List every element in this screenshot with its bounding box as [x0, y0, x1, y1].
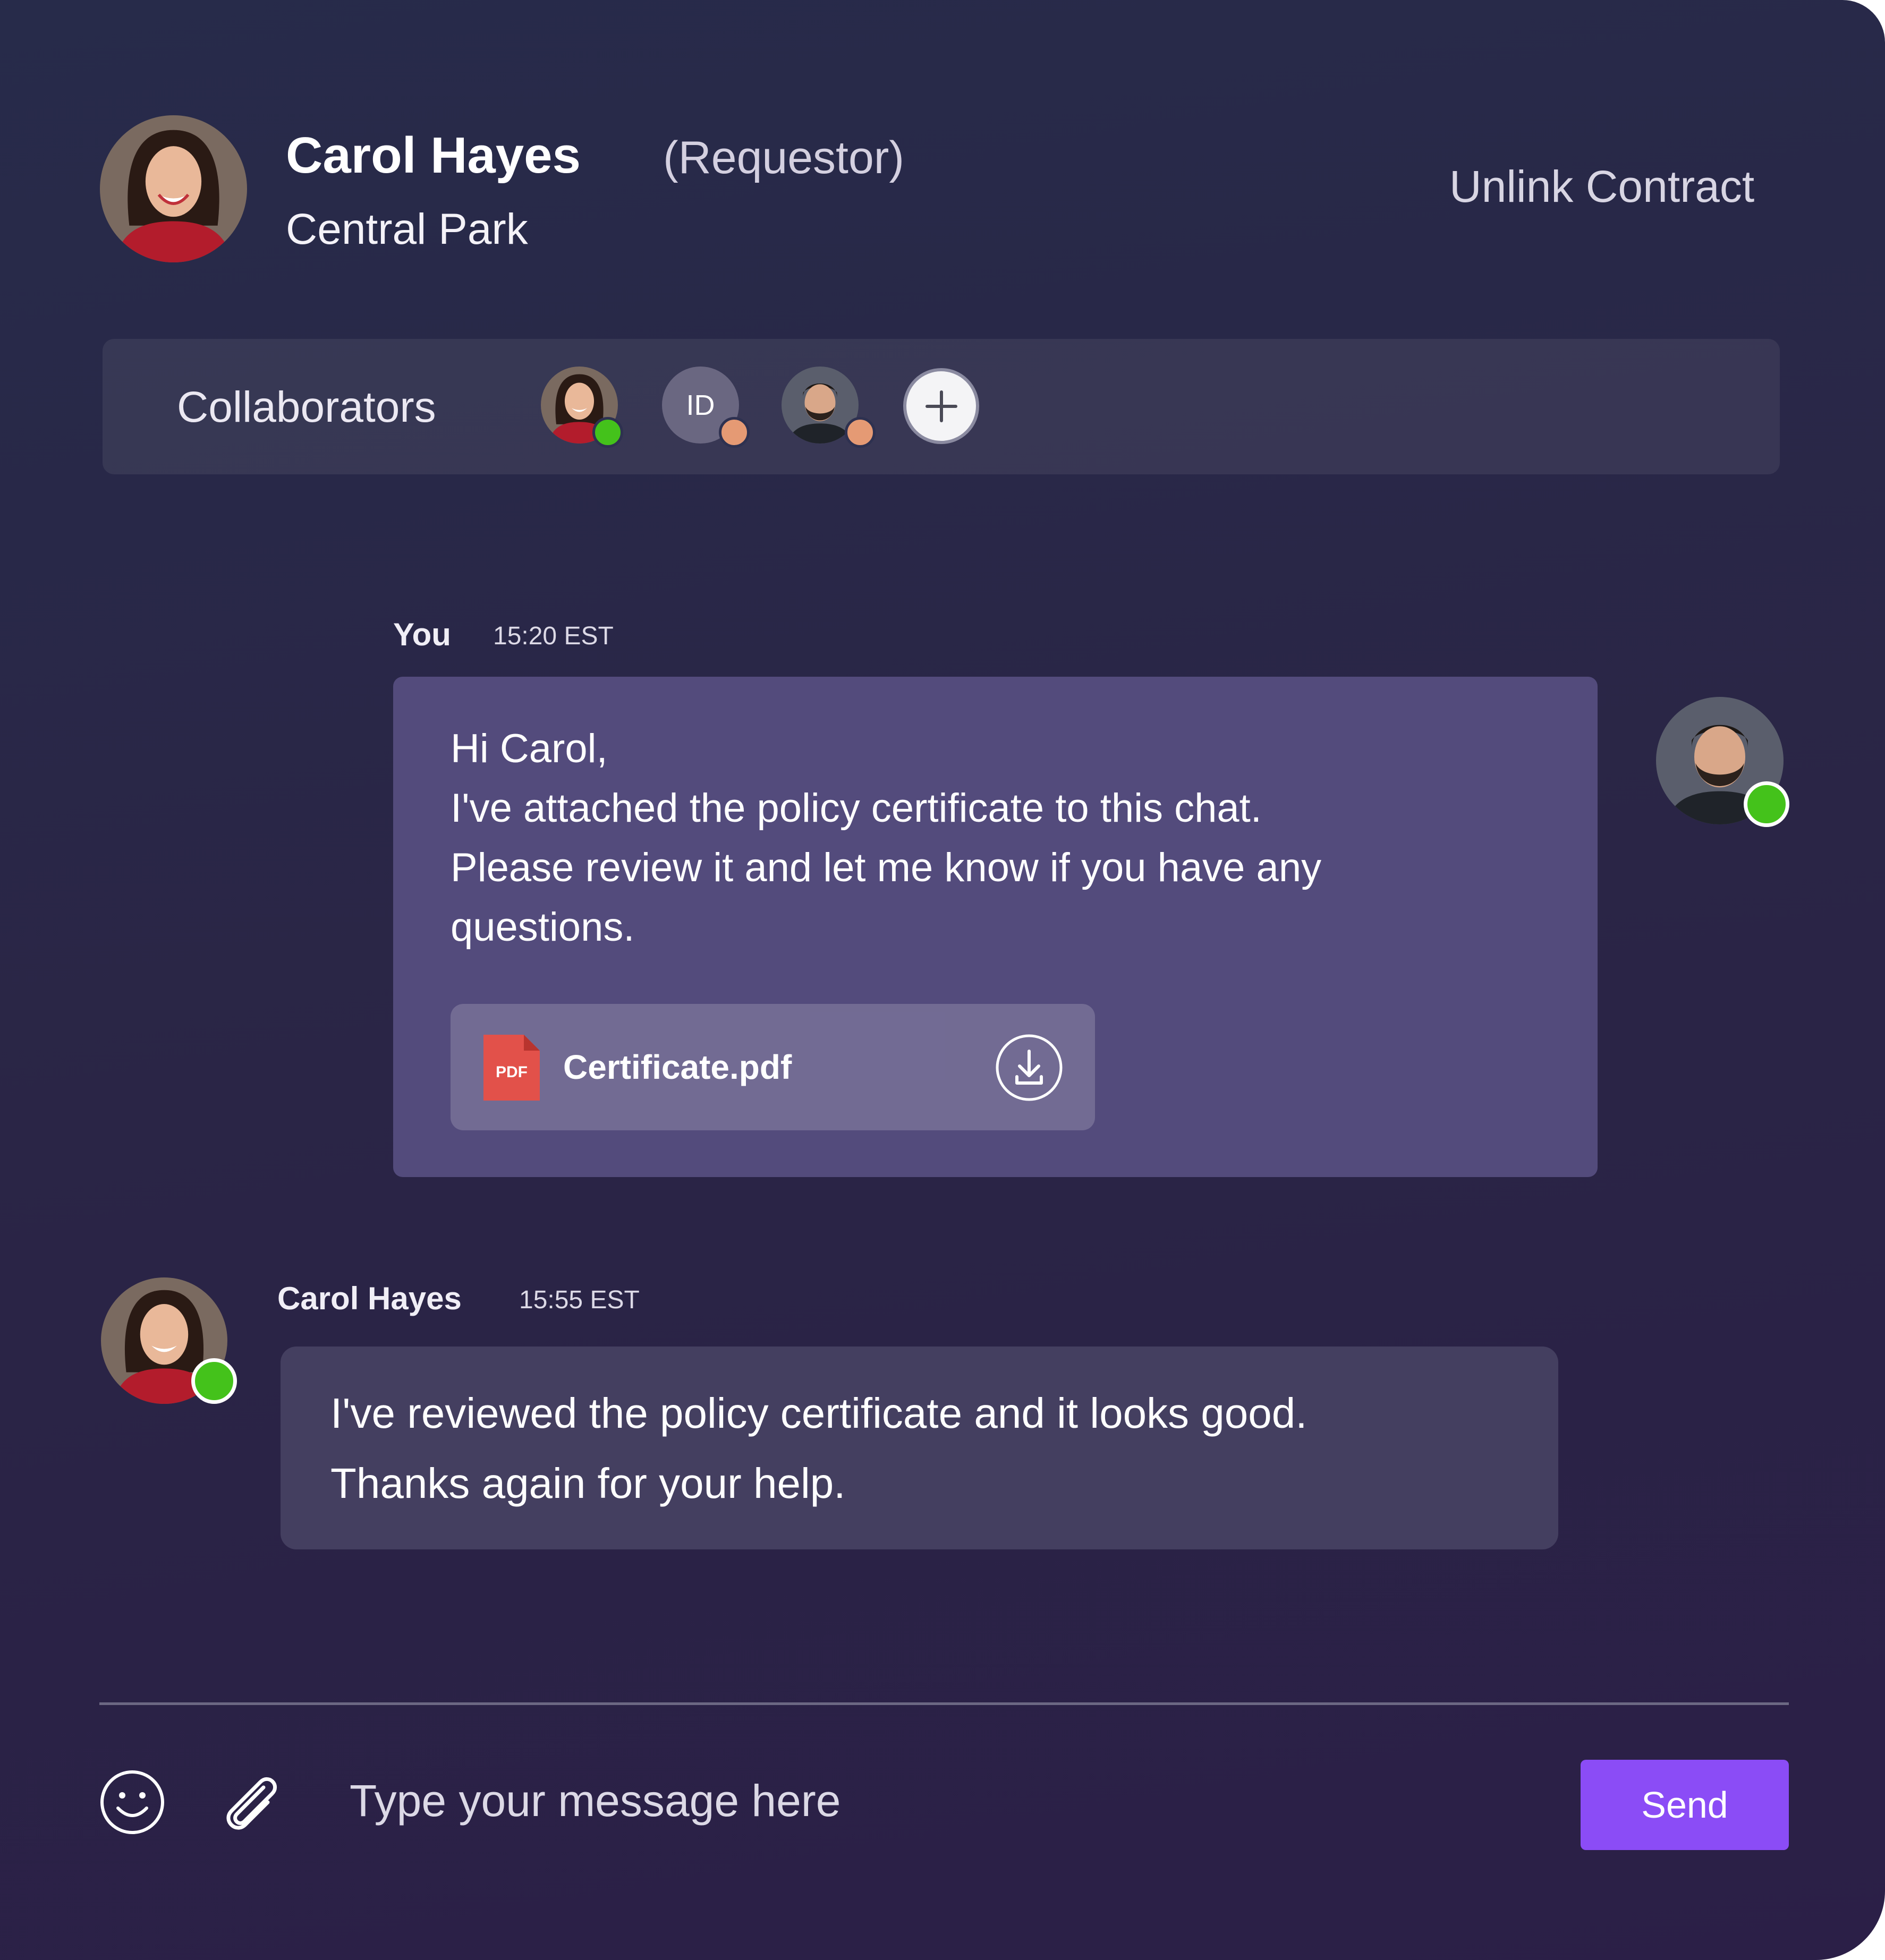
download-icon[interactable]: [995, 1033, 1064, 1102]
message-input[interactable]: [350, 1774, 1518, 1827]
requestor-name: Carol Hayes: [286, 127, 581, 184]
away-status-dot: [719, 417, 750, 448]
message-time: 15:20 EST: [493, 622, 614, 650]
woman-avatar-icon: [100, 115, 247, 262]
requestor-avatar: [100, 115, 247, 262]
unlink-contract-link[interactable]: Unlink Contract: [1449, 161, 1754, 212]
pdf-file-icon: PDF: [483, 1035, 540, 1101]
requestor-location: Central Park: [286, 205, 528, 253]
add-collaborator-button[interactable]: [903, 368, 979, 444]
collaborators-bar: Collaborators ID: [103, 339, 1780, 474]
message-line: I've reviewed the policy certificate and…: [330, 1390, 1307, 1437]
message-line: Hi Carol,: [451, 726, 608, 771]
online-status-dot: [191, 1358, 237, 1404]
online-status-dot: [592, 417, 623, 448]
online-status-dot: [1744, 781, 1789, 827]
message-body: Hi Carol, I've attached the policy certi…: [451, 719, 1556, 957]
message-line: questions.: [451, 905, 635, 950]
message-line: Please review it and let me know if you …: [451, 845, 1322, 890]
requestor-role: (Requestor): [663, 132, 905, 183]
composer-divider: [99, 1702, 1789, 1705]
message-body: I've reviewed the policy certificate and…: [330, 1378, 1307, 1519]
message-sender: Carol Hayes: [277, 1281, 462, 1316]
message-sender: You: [393, 617, 451, 652]
message-line: I've attached the policy certificate to …: [451, 786, 1262, 831]
pdf-badge: PDF: [496, 1063, 528, 1081]
message-line: Thanks again for your help.: [330, 1460, 846, 1507]
away-status-dot: [845, 417, 876, 448]
smiley-icon[interactable]: [99, 1769, 166, 1836]
send-button[interactable]: Send: [1581, 1760, 1789, 1850]
chat-panel: Carol Hayes (Requestor) Central Park Unl…: [0, 0, 1885, 1960]
collaborators-label: Collaborators: [177, 383, 436, 431]
file-attachment[interactable]: PDF Certificate.pdf: [451, 1004, 1095, 1130]
message-bubble-incoming: I've reviewed the policy certificate and…: [281, 1347, 1558, 1549]
plus-icon: [925, 390, 957, 422]
message-time: 15:55 EST: [519, 1286, 640, 1314]
message-bubble-outgoing: Hi Carol, I've attached the policy certi…: [393, 677, 1598, 1177]
attachment-file-name: Certificate.pdf: [563, 1048, 792, 1086]
paperclip-icon[interactable]: [213, 1766, 284, 1838]
